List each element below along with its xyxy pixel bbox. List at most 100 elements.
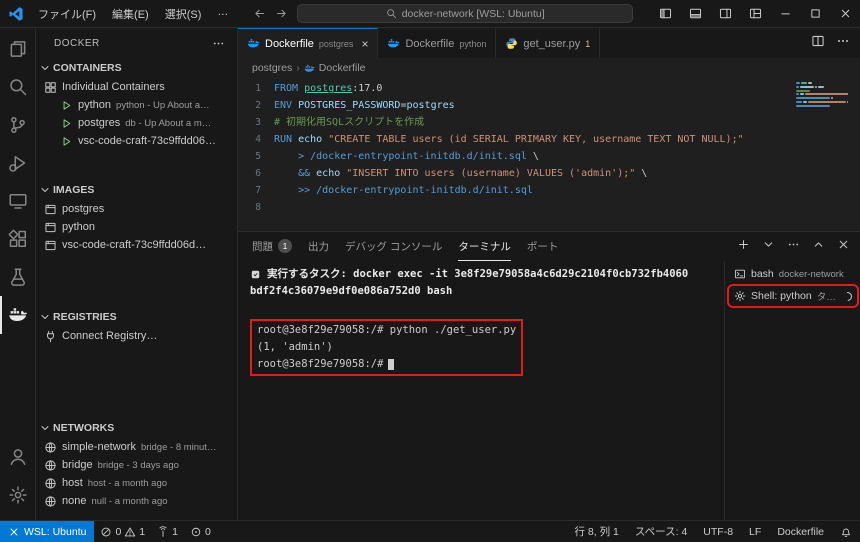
status-left: WSL: Ubuntu0110: [0, 521, 217, 542]
terminal-session-0[interactable]: bashdocker-network: [729, 264, 857, 284]
section-networks-header[interactable]: NETWORKS: [36, 418, 237, 438]
notifications-bell[interactable]: [832, 526, 860, 538]
breadcrumb-item-0[interactable]: postgres: [252, 62, 292, 74]
layout-sidebar-left-icon: [659, 7, 672, 20]
panel-tab-4[interactable]: ポート: [527, 232, 559, 261]
panel-tab-3[interactable]: ターミナル: [458, 232, 511, 261]
activity-run-debug[interactable]: [0, 144, 35, 182]
code-line: 4RUN echo "CREATE TABLE users (id SERIAL…: [238, 131, 860, 148]
sidebar-item[interactable]: nonenull - a month ago: [36, 492, 237, 510]
split-editor-button[interactable]: [811, 34, 825, 53]
code-line: 2ENV POSTGRES_PASSWORD=postgres: [238, 97, 860, 114]
sidebar-item[interactable]: vsc-code-craft-73c9ffdd06d…: [36, 236, 237, 254]
sidebar-item[interactable]: simple-networkbridge - 8 minut…: [36, 438, 237, 456]
activity-extensions[interactable]: [0, 220, 35, 258]
bottom-panel: 問題1 出力デバッグ コンソールターミナルポート 実行するタスク: docker …: [238, 231, 860, 520]
panel-tab-0[interactable]: 問題1: [252, 232, 292, 261]
sidebar-item[interactable]: pythonpython - Up About a…: [36, 96, 237, 114]
layout-grid-icon: [749, 7, 762, 20]
panel-add-button[interactable]: [737, 238, 750, 256]
panel-chevron-down-button[interactable]: [762, 238, 775, 256]
problems-status[interactable]: 01: [94, 521, 151, 542]
activity-source-control[interactable]: [0, 106, 35, 144]
layout-panel-button[interactable]: [680, 0, 710, 27]
editor-more-actions[interactable]: [836, 34, 850, 53]
panel-tab-2[interactable]: デバッグ コンソール: [345, 232, 442, 261]
close-tab-icon[interactable]: ×: [361, 38, 368, 50]
status-item-4[interactable]: Dockerfile: [769, 526, 832, 538]
panel-tab-1[interactable]: 出力: [308, 232, 329, 261]
warning-icon: [124, 526, 136, 538]
section-registries-header[interactable]: REGISTRIES: [36, 307, 237, 327]
activity-remote-explorer[interactable]: [0, 182, 35, 220]
menubar-item-2[interactable]: 選択(S): [157, 3, 210, 25]
terminal-sessions-list: bashdocker-networkShell: pythonタ…: [724, 261, 860, 520]
code-line: 6 && echo "INSERT INTO users (username) …: [238, 165, 860, 182]
maximize-button[interactable]: [800, 0, 830, 27]
globe-icon: [44, 477, 57, 490]
command-center-search[interactable]: docker-network [WSL: Ubuntu]: [297, 4, 633, 23]
activity-search[interactable]: [0, 68, 35, 106]
sidebar-item[interactable]: postgresdb - Up About a m…: [36, 114, 237, 132]
status-extra-1[interactable]: 0: [184, 521, 217, 542]
code-line: 8: [238, 199, 860, 216]
activity-testing[interactable]: [0, 258, 35, 296]
back-icon[interactable]: [253, 7, 266, 20]
minimize-button[interactable]: [770, 0, 800, 27]
minimap[interactable]: [796, 82, 848, 112]
layout-grid-button[interactable]: [740, 0, 770, 27]
section-containers-header[interactable]: CONTAINERS: [36, 58, 237, 78]
status-item-0[interactable]: 行 8, 列 1: [567, 524, 627, 539]
terminal[interactable]: 実行するタスク: docker exec -it 3e8f29e79058a4c…: [238, 261, 724, 520]
activity-settings[interactable]: [0, 476, 35, 514]
activity-accounts[interactable]: [0, 438, 35, 476]
sidebar-item[interactable]: vsc-code-craft-73c9ffdd06…: [36, 132, 237, 150]
menubar-item-3[interactable]: …: [209, 3, 236, 25]
sidebar-item[interactable]: Individual Containers: [36, 78, 237, 96]
panel-ellipsis-button[interactable]: [787, 238, 800, 256]
vscode-logo-icon: [8, 6, 24, 22]
sidebar-item[interactable]: bridgebridge - 3 days ago: [36, 456, 237, 474]
editor-tab-1[interactable]: Dockerfilepython: [378, 28, 496, 58]
activity-docker[interactable]: [0, 296, 35, 334]
terminal-session-1[interactable]: Shell: pythonタ…: [729, 286, 857, 306]
section-networks: NETWORKSsimple-networkbridge - 8 minut…b…: [36, 418, 237, 510]
status-extra-0[interactable]: 1: [151, 521, 184, 542]
chevron-down-icon: [762, 238, 775, 251]
sidebar-item[interactable]: Connect Registry…: [36, 327, 237, 345]
line-number: 1: [238, 80, 274, 97]
editor-tab-0[interactable]: Dockerfilepostgres×: [238, 28, 378, 58]
terminal-line: (1, 'admin'): [257, 339, 516, 356]
files-icon: [8, 39, 28, 59]
sidebar-item[interactable]: postgres: [36, 200, 237, 218]
layout-sidebar-right-icon: [719, 7, 732, 20]
sidebar-item[interactable]: hosthost - a month ago: [36, 474, 237, 492]
breadcrumb[interactable]: postgres›Dockerfile: [238, 58, 860, 78]
status-item-2[interactable]: UTF-8: [695, 526, 741, 538]
breadcrumb-item-1[interactable]: Dockerfile: [304, 62, 366, 74]
layout-sidebar-right-button[interactable]: [710, 0, 740, 27]
play-icon: [60, 99, 73, 112]
menubar-item-0[interactable]: ファイル(F): [30, 3, 104, 25]
more-actions-icon[interactable]: [212, 37, 225, 50]
code-line: 7 >> /docker-entrypoint-initdb.d/init.sq…: [238, 182, 860, 199]
status-item-3[interactable]: LF: [741, 526, 769, 538]
terminal-icon: [734, 268, 746, 280]
sidebar-item[interactable]: python: [36, 218, 237, 236]
ellipsis-icon: [787, 238, 800, 251]
section-images-header[interactable]: IMAGES: [36, 180, 237, 200]
close-button[interactable]: [830, 0, 860, 27]
remote-indicator[interactable]: WSL: Ubuntu: [0, 521, 94, 542]
menubar-item-1[interactable]: 編集(E): [104, 3, 157, 25]
editor-tab-2[interactable]: get_user.py1: [496, 28, 600, 58]
forward-icon[interactable]: [275, 7, 288, 20]
panel-chevron-up-button[interactable]: [812, 238, 825, 256]
editor-actions: [801, 28, 860, 58]
code-editor[interactable]: 1FROM postgres:17.02ENV POSTGRES_PASSWOR…: [238, 78, 860, 231]
status-item-1[interactable]: スペース: 4: [627, 524, 695, 539]
panel-close-button[interactable]: [837, 238, 850, 256]
image-icon: [44, 221, 57, 234]
layout-sidebar-left-button[interactable]: [650, 0, 680, 27]
activity-explorer[interactable]: [0, 30, 35, 68]
image-icon: [44, 203, 57, 216]
